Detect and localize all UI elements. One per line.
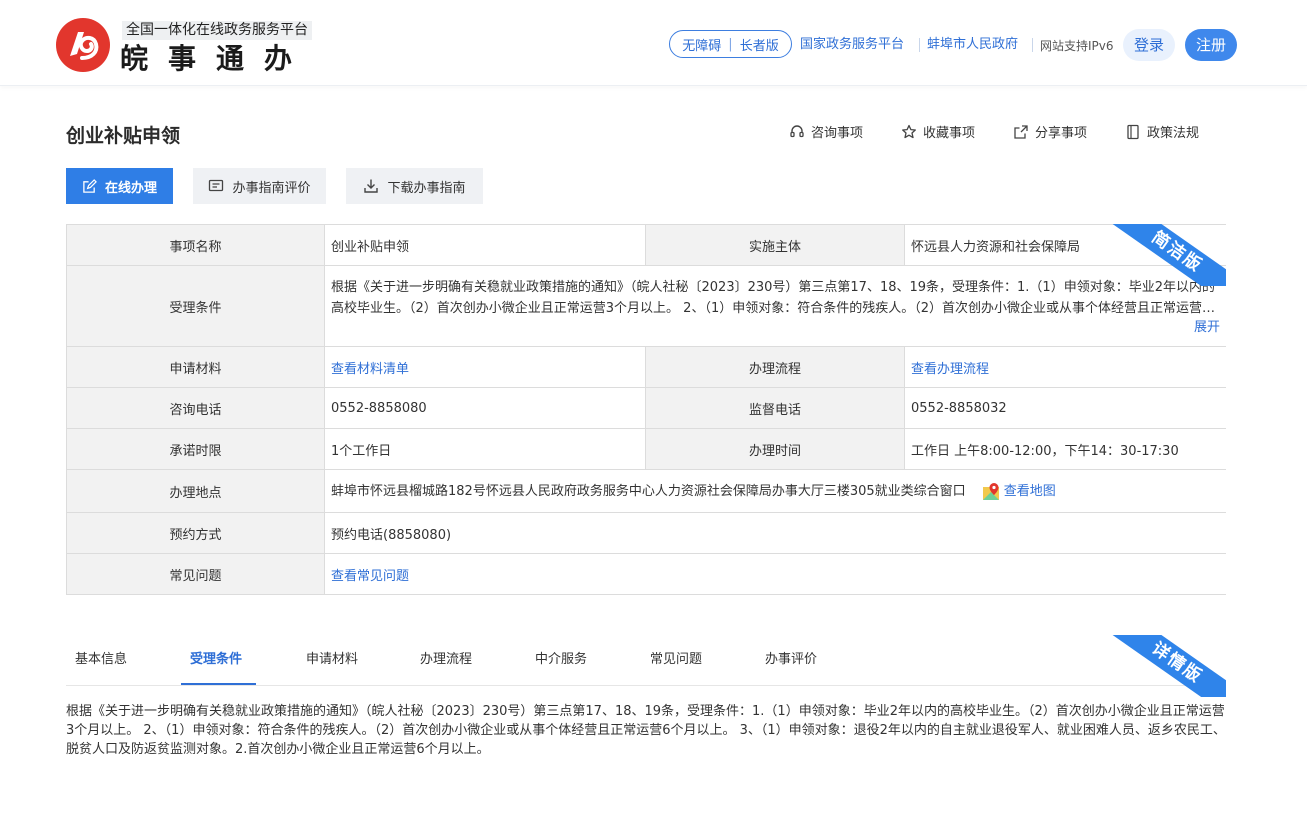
tab-evaluation[interactable]: 办事评价 xyxy=(765,651,817,669)
header-divider xyxy=(1032,38,1033,52)
table-row: 事项名称 创业补贴申领 实施主体 怀远县人力资源和社会保障局 xyxy=(66,224,1226,266)
login-button[interactable]: 登录 xyxy=(1123,29,1175,61)
policy-action[interactable]: 政策法规 xyxy=(1125,122,1199,141)
consult-action[interactable]: 咨询事项 xyxy=(789,122,863,141)
consult-label: 咨询事项 xyxy=(811,126,864,141)
simple-version-label: 简洁版 xyxy=(1107,224,1226,286)
faq-cell: 查看常见问题 xyxy=(324,553,1226,595)
address-cell: 蚌埠市怀远县榴城路182号怀远县人民政府政务服务中心人力资源社会保障局办事大厅三… xyxy=(324,469,1226,513)
materials-cell: 查看材料清单 xyxy=(324,346,646,388)
share-label: 分享事项 xyxy=(1035,126,1088,141)
item-name-label: 事项名称 xyxy=(66,224,325,266)
download-guide-button[interactable]: 下载办事指南 xyxy=(346,168,483,204)
active-tab-indicator xyxy=(181,683,256,685)
online-apply-label: 在线办理 xyxy=(104,180,157,196)
star-icon xyxy=(902,124,916,138)
materials-link[interactable]: 查看材料清单 xyxy=(331,362,409,377)
tab-faq[interactable]: 常见问题 xyxy=(650,651,702,669)
tab-conditions[interactable]: 受理条件 xyxy=(190,651,242,669)
info-table-wrapper: 事项名称 创业补贴申领 实施主体 怀远县人力资源和社会保障局 受理条件 根据《关… xyxy=(66,224,1226,595)
accessibility-link[interactable]: 无障碍 xyxy=(682,35,721,54)
pill-divider: | xyxy=(728,36,733,52)
simple-version-ribbon[interactable]: 简洁版 xyxy=(1106,224,1226,286)
hours-label: 办理时间 xyxy=(645,428,905,470)
share-icon xyxy=(1014,124,1028,139)
process-link[interactable]: 查看办理流程 xyxy=(911,362,989,377)
consult-phone-label: 咨询电话 xyxy=(66,387,325,429)
brand-title: 皖事通办 xyxy=(120,42,313,75)
detail-version-ribbon[interactable]: 详情版 xyxy=(1106,635,1226,697)
map-pin-icon[interactable] xyxy=(982,482,1002,502)
national-platform-link[interactable]: 国家政务服务平台 xyxy=(800,36,904,54)
site-header: 全国一体化在线政务服务平台 皖事通办 无障碍 | 长者版 国家政务服务平台 蚌埠… xyxy=(0,0,1307,86)
detail-tabs: 基本信息 受理条件 申请材料 办理流程 中介服务 常见问题 办事评价 xyxy=(66,634,1226,686)
map-link[interactable]: 查看地图 xyxy=(1004,484,1056,499)
table-row: 咨询电话 0552-8858080 监督电话 0552-8858032 xyxy=(66,387,1226,429)
table-row: 常见问题 查看常见问题 xyxy=(66,553,1226,595)
header-divider xyxy=(919,38,920,52)
ipv6-notice: 网站支持IPv6 xyxy=(1040,39,1114,53)
table-row: 办理地点 蚌埠市怀远县榴城路182号怀远县人民政府政务服务中心人力资源社会保障局… xyxy=(66,469,1226,513)
address-label: 办理地点 xyxy=(66,469,325,513)
download-icon xyxy=(364,179,379,193)
elder-mode-link[interactable]: 长者版 xyxy=(740,35,779,54)
expand-link[interactable]: 展开 xyxy=(331,319,1220,337)
online-apply-button[interactable]: 在线办理 xyxy=(66,168,173,204)
time-limit-label: 承诺时限 xyxy=(66,428,325,470)
detail-version-label: 详情版 xyxy=(1107,635,1226,697)
process-cell: 查看办理流程 xyxy=(904,346,1226,388)
wanshitong-logo-icon[interactable] xyxy=(56,18,110,72)
tab-materials[interactable]: 申请材料 xyxy=(306,651,358,669)
condition-label: 受理条件 xyxy=(66,265,325,347)
time-limit-value: 1个工作日 xyxy=(324,428,646,470)
evaluate-guide-button[interactable]: 办事指南评价 xyxy=(193,168,326,204)
condition-cell: 根据《关于进一步明确有关稳就业政策措施的通知》（皖人社秘〔2023〕230号）第… xyxy=(324,265,1226,347)
accessibility-pill: 无障碍 | 长者版 xyxy=(669,30,792,58)
evaluate-guide-label: 办事指南评价 xyxy=(232,180,311,196)
condition-detail-text: 根据《关于进一步明确有关稳就业政策措施的通知》（皖人社秘〔2023〕230号）第… xyxy=(66,704,1226,757)
address-value: 蚌埠市怀远县榴城路182号怀远县人民政府政务服务中心人力资源社会保障局办事大厅三… xyxy=(331,484,966,500)
table-row: 受理条件 根据《关于进一步明确有关稳就业政策措施的通知》（皖人社秘〔2023〕2… xyxy=(66,265,1226,347)
supervise-phone-label: 监督电话 xyxy=(645,387,905,429)
appointment-label: 预约方式 xyxy=(66,512,325,554)
materials-label: 申请材料 xyxy=(66,346,325,388)
tab-process[interactable]: 办理流程 xyxy=(420,651,472,669)
faq-label: 常见问题 xyxy=(66,553,325,595)
consult-phone-value: 0552-8858080 xyxy=(324,387,646,429)
register-button[interactable]: 注册 xyxy=(1185,29,1237,61)
policy-label: 政策法规 xyxy=(1147,126,1200,141)
favorite-label: 收藏事项 xyxy=(923,126,976,141)
supervise-phone-value: 0552-8858032 xyxy=(904,387,1226,429)
tab-basic-info[interactable]: 基本信息 xyxy=(75,651,127,669)
condition-value: 根据《关于进一步明确有关稳就业政策措施的通知》（皖人社秘〔2023〕230号）第… xyxy=(331,280,1215,316)
faq-link[interactable]: 查看常见问题 xyxy=(331,569,409,584)
info-table: 事项名称 创业补贴申领 实施主体 怀远县人力资源和社会保障局 受理条件 根据《关… xyxy=(66,224,1226,595)
process-label: 办理流程 xyxy=(645,346,905,388)
subject-label: 实施主体 xyxy=(645,224,905,266)
bengbu-gov-link[interactable]: 蚌埠市人民政府 xyxy=(927,36,1018,54)
table-row: 预约方式 预约电话(8858080) xyxy=(66,512,1226,554)
appointment-value: 预约电话(8858080) xyxy=(324,512,1226,554)
edit-icon xyxy=(83,178,97,193)
platform-subtitle: 全国一体化在线政务服务平台 xyxy=(122,21,312,40)
comment-icon xyxy=(209,179,224,192)
tab-intermediary[interactable]: 中介服务 xyxy=(535,651,587,669)
page-title: 创业补贴申领 xyxy=(66,125,181,147)
hours-value: 工作日 上午8:00-12:00，下午14：30-17:30 xyxy=(904,428,1226,470)
item-name-value: 创业补贴申领 xyxy=(324,224,646,266)
book-icon xyxy=(1127,124,1139,139)
share-action[interactable]: 分享事项 xyxy=(1013,122,1087,141)
favorite-action[interactable]: 收藏事项 xyxy=(901,122,975,141)
headset-icon xyxy=(790,124,804,137)
table-row: 申请材料 查看材料清单 办理流程 查看办理流程 xyxy=(66,346,1226,388)
download-guide-label: 下载办事指南 xyxy=(387,180,466,196)
table-row: 承诺时限 1个工作日 办理时间 工作日 上午8:00-12:00，下午14：30… xyxy=(66,428,1226,470)
